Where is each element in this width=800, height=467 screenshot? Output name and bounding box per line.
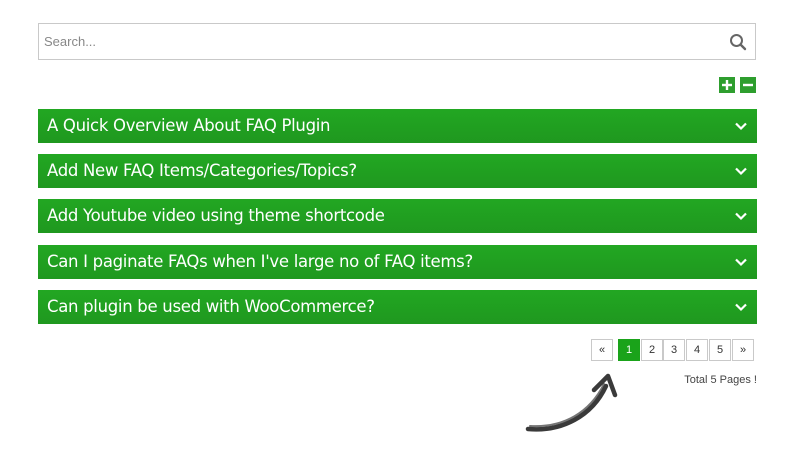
accordion-item-title: Add New FAQ Items/Categories/Topics? [47,161,357,180]
search-box [38,23,756,60]
accordion-item[interactable]: Can I paginate FAQs when I've large no o… [38,245,757,279]
pagination-page-3[interactable]: 3 [663,339,685,361]
pagination-page-2[interactable]: 2 [641,339,663,361]
total-pages-label: Total 5 Pages ! [684,374,757,386]
pagination-page-4[interactable]: 4 [686,339,708,361]
pagination-next-button[interactable]: » [732,339,754,361]
accordion-item-title: Can I paginate FAQs when I've large no o… [47,252,473,271]
pagination-page-1[interactable]: 1 [618,339,640,361]
accordion-item-title: Can plugin be used with WooCommerce? [47,297,375,316]
accordion-item[interactable]: Can plugin be used with WooCommerce? [38,290,757,324]
pagination-page-5[interactable]: 5 [709,339,731,361]
expand-all-button[interactable] [719,77,735,93]
collapse-all-button[interactable] [740,77,756,93]
accordion-item-title: Add Youtube video using theme shortcode [47,206,385,225]
chevron-down-icon[interactable] [734,164,748,178]
chevron-down-icon[interactable] [734,209,748,223]
chevron-down-icon[interactable] [734,300,748,314]
plus-icon [722,80,732,90]
search-input[interactable] [39,24,719,59]
accordion-item[interactable]: Add Youtube video using theme shortcode [38,199,757,233]
pagination-prev-button[interactable]: « [591,339,613,361]
hand-drawn-arrow-icon [525,373,618,432]
minus-icon [743,83,753,87]
chevron-down-icon[interactable] [734,119,748,133]
chevron-down-icon[interactable] [734,255,748,269]
accordion-item-title: A Quick Overview About FAQ Plugin [47,116,331,135]
accordion-item[interactable]: Add New FAQ Items/Categories/Topics? [38,154,757,188]
search-icon[interactable] [729,33,747,51]
accordion-item[interactable]: A Quick Overview About FAQ Plugin [38,109,757,143]
